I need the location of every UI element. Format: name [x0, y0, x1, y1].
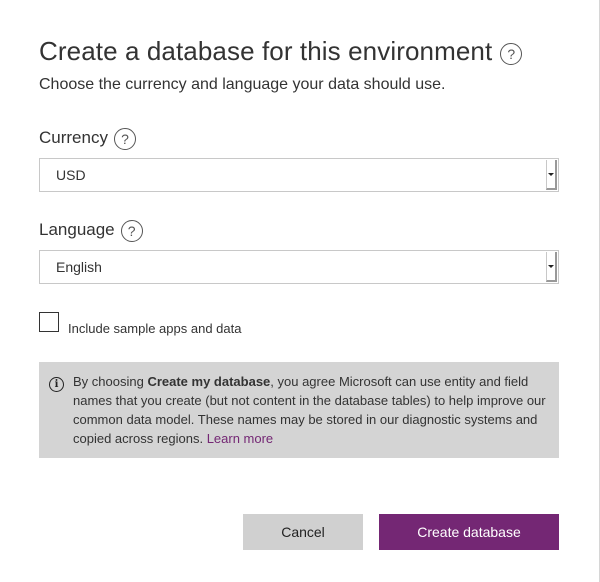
chevron-down-icon[interactable] — [546, 252, 557, 282]
cancel-button[interactable]: Cancel — [243, 514, 363, 550]
create-database-dialog: Create a database for this environment ?… — [0, 0, 600, 582]
create-database-button[interactable]: Create database — [379, 514, 559, 550]
info-text-bold: Create my database — [147, 374, 271, 389]
sample-apps-label[interactable]: Include sample apps and data — [68, 321, 241, 336]
currency-label-row: Currency ? — [39, 126, 136, 150]
language-select[interactable]: English — [39, 250, 559, 284]
chevron-down-icon[interactable] — [546, 160, 557, 190]
dialog-subtitle: Choose the currency and language your da… — [39, 76, 446, 93]
language-label: Language — [39, 220, 115, 239]
sample-apps-checkbox[interactable] — [39, 312, 59, 332]
currency-select[interactable]: USD — [39, 158, 559, 192]
dialog-title: Create a database for this environment — [39, 36, 493, 66]
sample-apps-row: Include sample apps and data — [39, 312, 241, 336]
title-row: Create a database for this environment ? — [39, 36, 523, 67]
info-text-prefix: By choosing — [73, 374, 148, 389]
language-help-icon[interactable]: ? — [120, 220, 143, 242]
currency-selected-value: USD — [56, 167, 86, 183]
currency-label: Currency — [39, 128, 108, 147]
learn-more-link[interactable]: Learn more — [207, 431, 273, 446]
info-box: i By choosing Create my database, you ag… — [39, 362, 559, 458]
title-help-icon[interactable]: ? — [500, 42, 523, 65]
language-label-row: Language ? — [39, 218, 143, 242]
info-icon: i — [49, 377, 64, 392]
language-selected-value: English — [56, 259, 102, 275]
currency-help-icon[interactable]: ? — [113, 128, 136, 150]
